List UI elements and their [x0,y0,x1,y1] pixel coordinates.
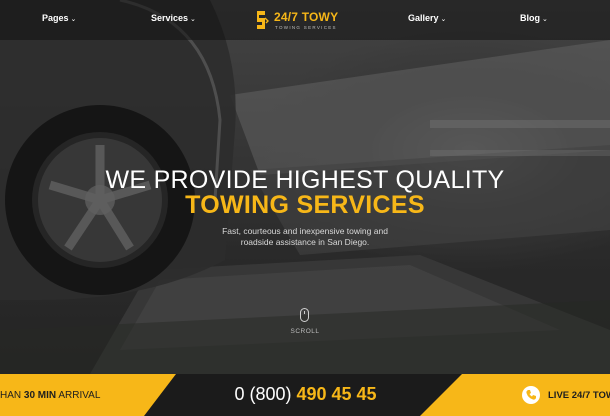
hero-description: Fast, courteous and inexpensive towing a… [205,226,405,248]
mouse-icon[interactable] [300,308,309,322]
nav-label: Pages [42,13,69,23]
hero-subtitle: TOWING SERVICES [185,191,425,219]
live-support-button[interactable]: LIVE 24/7 TOWY [522,384,610,406]
logo-icon [257,11,269,29]
chevron-down-icon: ⌄ [440,16,447,23]
nav-item-services[interactable]: Services ⌄ [151,13,196,23]
chevron-down-icon: ⌄ [190,16,196,23]
scroll-label[interactable]: SCROLL [285,328,325,335]
nav-label: Services [151,13,189,23]
bottom-bar: HAN 30 MIN ARRIVAL 0 (800) 490 45 45 [0,374,610,416]
phone-main: 490 45 45 [296,384,377,404]
arrival-time: 30 MIN [23,390,57,401]
arrival-suffix: ARRIVAL [56,390,101,401]
phone-icon [522,386,540,404]
chevron-down-icon: ⌄ [70,16,77,23]
phone-number[interactable]: 0 (800) 490 45 45 [218,384,393,405]
hero-description-line: Fast, courteous and inexpensive towing a… [222,226,388,236]
nav-label: Blog [520,13,540,23]
arrival-prefix: HAN [0,390,24,401]
nav-label: Gallery [408,13,439,23]
top-navbar: Pages ⌄ Services ⌄ 24/7 TOWY TOWING SERVIC… [0,0,610,40]
nav-item-gallery[interactable]: Gallery ⌄ [408,13,446,23]
nav-item-pages[interactable]: Pages ⌄ [42,13,76,23]
hero-description-line: roadside assistance in San Diego. [240,237,370,247]
chevron-down-icon: ⌄ [542,16,548,23]
logo-title: 24/7 TOWY [274,10,339,24]
nav-item-blog[interactable]: Blog ⌄ [520,13,548,23]
logo-subtitle: TOWING SERVICES [275,25,337,30]
arrival-text: HAN 30 MIN ARRIVAL [0,390,100,401]
live-support-label: LIVE 24/7 TOWY [548,390,610,401]
phone-prefix: 0 (800) [234,384,297,404]
